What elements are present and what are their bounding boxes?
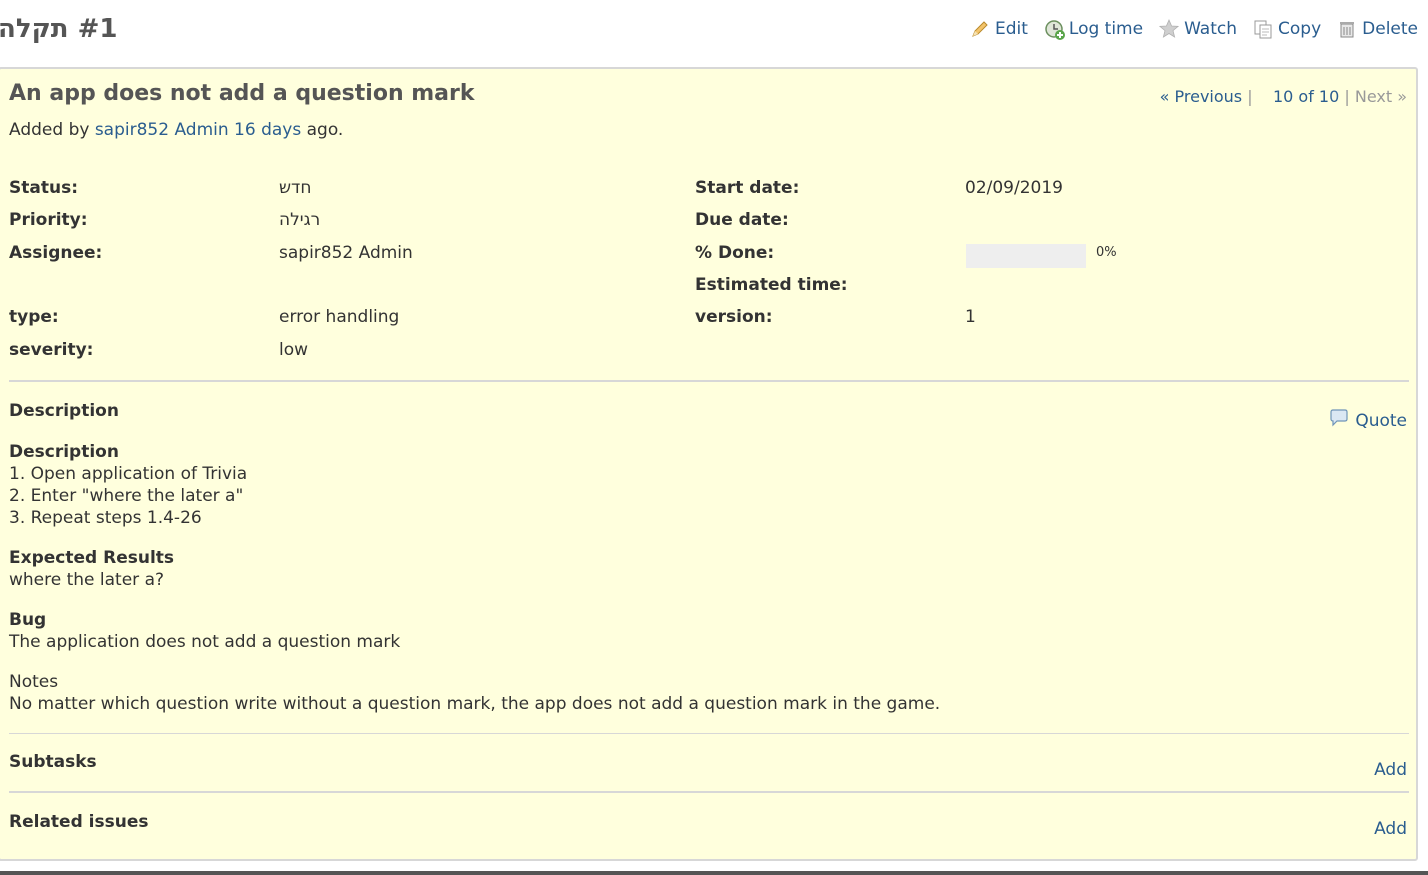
- bug-block: Bug The application does not add a quest…: [9, 609, 400, 653]
- quote-button[interactable]: Quote: [1329, 408, 1407, 433]
- add-related-issue-link[interactable]: Add: [1374, 819, 1407, 839]
- version-label: version:: [695, 307, 773, 327]
- previous-link[interactable]: « Previous: [1160, 87, 1243, 106]
- nav-separator-2: |: [1344, 87, 1350, 106]
- delete-button[interactable]: Delete: [1337, 19, 1418, 39]
- copy-button[interactable]: Copy: [1253, 19, 1321, 39]
- author-suffix: ago.: [306, 120, 344, 140]
- divider: [9, 791, 1409, 793]
- status-value: חדש: [279, 178, 312, 198]
- divider: [9, 380, 1409, 382]
- severity-label: severity:: [9, 340, 94, 360]
- notes-heading: Notes: [9, 672, 59, 692]
- description-body: Description 1. Open application of Trivi…: [9, 441, 247, 529]
- edit-button[interactable]: Edit: [970, 19, 1028, 39]
- type-label: type:: [9, 307, 59, 327]
- priority-value: רגילה: [279, 210, 321, 230]
- speech-bubble-icon: [1329, 408, 1349, 433]
- subtasks-title: Subtasks: [9, 752, 97, 772]
- issue-details: « Previous | 10 of 10 | Next » An app do…: [0, 67, 1418, 861]
- log-time-label: Log time: [1068, 19, 1144, 39]
- copy-label: Copy: [1278, 19, 1322, 39]
- watch-label: Watch: [1184, 19, 1238, 39]
- delete-label: Delete: [1362, 19, 1418, 39]
- assignee-link[interactable]: sapir852 Admin: [279, 243, 413, 263]
- done-label: % Done:: [695, 243, 775, 263]
- watch-button[interactable]: Watch: [1159, 18, 1238, 39]
- next-link: Next »: [1354, 87, 1407, 106]
- done-progress: 0%: [966, 244, 1117, 268]
- pencil-icon: [970, 19, 990, 39]
- step-item: 2. Enter "where the later a": [9, 486, 244, 506]
- bottom-border: [0, 871, 1428, 875]
- issue-position[interactable]: 10 of 10: [1273, 87, 1339, 106]
- priority-label: Priority:: [9, 210, 88, 230]
- author-prefix: Added by: [9, 120, 90, 140]
- related-issues-title: Related issues: [9, 812, 149, 832]
- issue-navigation: « Previous | 10 of 10 | Next »: [1160, 87, 1407, 106]
- start-date-value: 02/09/2019: [965, 178, 1063, 198]
- issue-subject: An app does not add a question mark: [9, 81, 475, 106]
- start-date-label: Start date:: [695, 178, 800, 198]
- due-date-label: Due date:: [695, 210, 789, 230]
- trash-icon: [1337, 19, 1357, 39]
- bug-text: The application does not add a question …: [9, 632, 401, 652]
- assignee-label: Assignee:: [9, 243, 103, 263]
- nav-separator: |: [1247, 87, 1253, 106]
- progress-text: 0%: [1096, 245, 1117, 260]
- description-heading: Description: [9, 442, 119, 462]
- severity-value: low: [279, 340, 309, 360]
- issue-author-line: Added by sapir852 Admin 16 days ago.: [9, 120, 343, 140]
- divider: [9, 733, 1409, 734]
- star-icon: [1159, 18, 1180, 39]
- add-subtask-link[interactable]: Add: [1374, 760, 1407, 780]
- quote-label: Quote: [1355, 410, 1407, 431]
- edit-label: Edit: [994, 19, 1028, 39]
- progress-bar: [966, 244, 1086, 268]
- notes-text: No matter which question write without a…: [9, 694, 941, 714]
- issue-actions: Edit Log time Watch Copy Delete: [970, 18, 1418, 40]
- type-value: error handling: [279, 307, 400, 327]
- page-title: #1 תקלה: [0, 14, 118, 44]
- step-item: 3. Repeat steps 1.4-26: [9, 508, 202, 528]
- age-link[interactable]: 16 days: [234, 120, 301, 140]
- notes-block: Notes No matter which question write wit…: [9, 671, 940, 715]
- step-item: 1. Open application of Trivia: [9, 464, 248, 484]
- version-value: 1: [965, 307, 976, 327]
- expected-results-block: Expected Results where the later a?: [9, 547, 174, 591]
- description-title: Description: [9, 401, 119, 421]
- author-link[interactable]: sapir852 Admin: [95, 120, 229, 140]
- expected-results-text: where the later a?: [9, 570, 165, 590]
- status-label: Status:: [9, 178, 78, 198]
- clock-add-icon: [1044, 19, 1065, 40]
- estimated-time-label: Estimated time:: [695, 275, 848, 295]
- bug-heading: Bug: [9, 610, 47, 630]
- expected-results-heading: Expected Results: [9, 548, 175, 568]
- copy-icon: [1253, 19, 1273, 39]
- log-time-button[interactable]: Log time: [1044, 19, 1144, 40]
